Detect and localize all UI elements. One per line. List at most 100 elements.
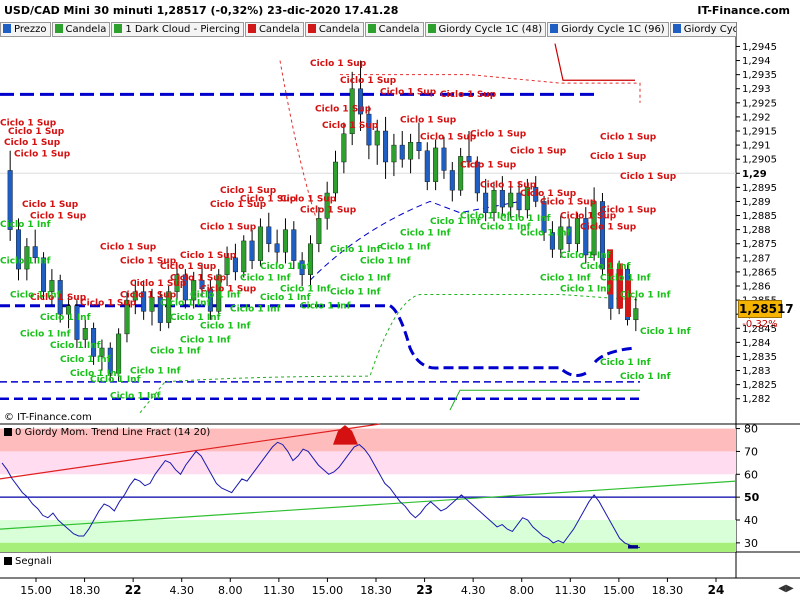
price-tick-label: 1,287	[742, 253, 771, 264]
legend-swatch-icon	[3, 24, 11, 33]
signals-panel-title[interactable]: Segnali	[4, 556, 52, 567]
candle	[249, 229, 255, 270]
time-tick-label: 23	[416, 583, 433, 597]
legend-tab[interactable]: Giordy Cycle 1C (48)	[424, 22, 547, 37]
legend-bar: Prezzo Candela 1 Dark Cloud - Piercing Cand…	[0, 22, 736, 38]
legend-tab-label: Giordy Cycle	[683, 24, 736, 35]
price-tick-label: 1,2925	[742, 98, 777, 109]
cycle-inf-label: Ciclo 1 Inf	[230, 304, 281, 314]
legend-tab[interactable]: Candela	[244, 22, 304, 37]
price-tick-label: 1,282	[742, 394, 771, 405]
cycle-inf-label: Ciclo 1 Inf	[260, 262, 311, 272]
cycle-sup-label: Ciclo 1 Sup	[8, 127, 65, 137]
time-tick-label: 22	[125, 583, 142, 597]
candle-body	[408, 142, 414, 160]
candle-body	[483, 192, 489, 213]
cycle-sup-label: Ciclo 1 Sup	[322, 121, 379, 131]
main-chart-svg: 1,2945 1,294 1,2935 1,293 1,2925 1,292 1,2915 1…	[0, 22, 800, 597]
title-bar: USD/CAD Mini 30 minuti 1,28517 (-0,32%) …	[0, 0, 800, 22]
candle-body	[433, 147, 439, 182]
candle-body	[291, 229, 297, 261]
cycle-sup-label: Ciclo 1 Sup	[300, 206, 357, 216]
candle	[449, 162, 455, 202]
cycle-inf-label: Ciclo 1 Inf	[640, 327, 691, 337]
legend-tab[interactable]: Candela	[304, 22, 364, 37]
legend-tab-label: Giordy Cycle 1C (96)	[561, 24, 665, 35]
legend-swatch-icon	[672, 24, 681, 33]
candle-body	[424, 150, 430, 182]
cycle-inf-label: Ciclo 1 Inf	[130, 366, 181, 376]
cycle-sup-label: Ciclo 1 Sup	[620, 172, 677, 182]
cycle-sup-label: Ciclo 1 Sup	[440, 90, 497, 100]
candle-body	[383, 130, 389, 163]
price-tick-label: 1,2835	[742, 352, 777, 363]
time-tick-label: 24	[708, 583, 725, 597]
cycle-sup-label: Ciclo 1 Sup	[460, 161, 517, 171]
cycle-inf-label: Ciclo 1 Inf	[560, 285, 611, 295]
candle-body	[316, 218, 322, 244]
cycle-inf-label: Ciclo 1 Inf	[620, 290, 671, 300]
cycle-sup-label: Ciclo 1 Sup	[170, 273, 227, 283]
legend-tab[interactable]: 1 Dark Cloud - Piercing	[111, 22, 244, 37]
cycle-sup-label: Ciclo 1 Sup	[22, 200, 79, 210]
cycle-sup-label: Ciclo 1 Sup	[420, 132, 477, 142]
legend-tab[interactable]: Prezzo	[0, 22, 51, 37]
price-tick-label: 1,292	[742, 112, 771, 123]
cycle-sup-label: Ciclo 1 Sup	[210, 200, 267, 210]
cycle-sup-label: Ciclo 1 Sup	[160, 262, 217, 272]
current-price-badge: 1,28517	[738, 300, 794, 318]
time-tick-label: 18.30	[69, 584, 101, 597]
cycle-inf-label: Ciclo 1 Inf	[180, 335, 231, 345]
cycle-inf-label: Ciclo 1 Inf	[20, 330, 71, 340]
price-tick-label: 1,294	[742, 56, 771, 67]
price-tick-label: 1,2865	[742, 267, 777, 278]
candle	[266, 212, 272, 253]
oscillator-title-text: 0 Giordy Mom. Trend Line Fract (14 20)	[15, 427, 211, 438]
time-tick-label: 15.00	[603, 584, 635, 597]
cycle-inf-label: Ciclo 1 Inf	[190, 290, 241, 300]
cycle-sup-label: Ciclo 1 Sup	[4, 138, 61, 148]
cycle-sup-label: Ciclo 1 Sup	[590, 152, 647, 162]
legend-tab[interactable]: Giordy Cycle 1C (96)	[547, 22, 669, 37]
price-tick-label: 1,288	[742, 225, 771, 236]
oscillator-tick-label: 70	[744, 445, 758, 458]
cycle-inf-label: Ciclo 1 Inf	[60, 355, 111, 365]
legend-swatch-icon	[114, 24, 123, 33]
cycle-inf-label: Ciclo 1 Inf	[150, 347, 201, 357]
signals-swatch	[4, 557, 12, 565]
cycle-inf-label: Ciclo 1 Inf	[50, 341, 101, 351]
cycle-inf-label: Ciclo 1 Inf	[620, 372, 671, 382]
oscillator-zone	[0, 542, 736, 552]
cycle-inf-label: Ciclo 1 Inf	[0, 256, 51, 266]
price-tick-label: 1,284	[742, 338, 771, 349]
oscillator-tick-label: 30	[744, 537, 758, 550]
cycle-inf-label: Ciclo 1 Inf	[540, 273, 591, 283]
candle-body	[508, 192, 514, 208]
candle	[441, 136, 447, 179]
legend-swatch-icon	[367, 24, 376, 33]
candle-body	[274, 243, 280, 253]
time-tick-label: 11.30	[263, 584, 295, 597]
price-tick-label: 1,29	[742, 169, 767, 180]
cycle-inf-label: Ciclo 1 Inf	[330, 287, 381, 297]
legend-tab[interactable]: Candela	[51, 22, 111, 37]
oscillator-tick-label: 60	[744, 468, 758, 481]
legend-tab-label: Candela	[65, 24, 107, 35]
cycle-sup-label: Ciclo 1 Sup	[470, 130, 527, 140]
cycle-sup-line	[554, 43, 635, 81]
cycle-inf-label: Ciclo 1 Inf	[40, 313, 91, 323]
legend-swatch-icon	[307, 24, 316, 33]
cycle-sup-label: Ciclo 1 Sup	[14, 149, 71, 159]
legend-swatch-icon	[550, 24, 559, 33]
legend-tab[interactable]: Candela	[364, 22, 424, 37]
candle-body	[416, 142, 422, 151]
candle-body	[241, 240, 247, 273]
copyright-label: © IT-Finance.com	[4, 412, 92, 423]
candle-body	[282, 229, 288, 253]
cycle-inf-label: Ciclo 1 Inf	[170, 313, 221, 323]
scroll-right-arrow-icon[interactable]: ◀▶	[776, 583, 796, 597]
candle	[241, 235, 247, 278]
legend-tab[interactable]: Giordy Cycle	[669, 22, 736, 37]
oversold-marker	[628, 545, 638, 549]
candle-body	[341, 133, 347, 163]
